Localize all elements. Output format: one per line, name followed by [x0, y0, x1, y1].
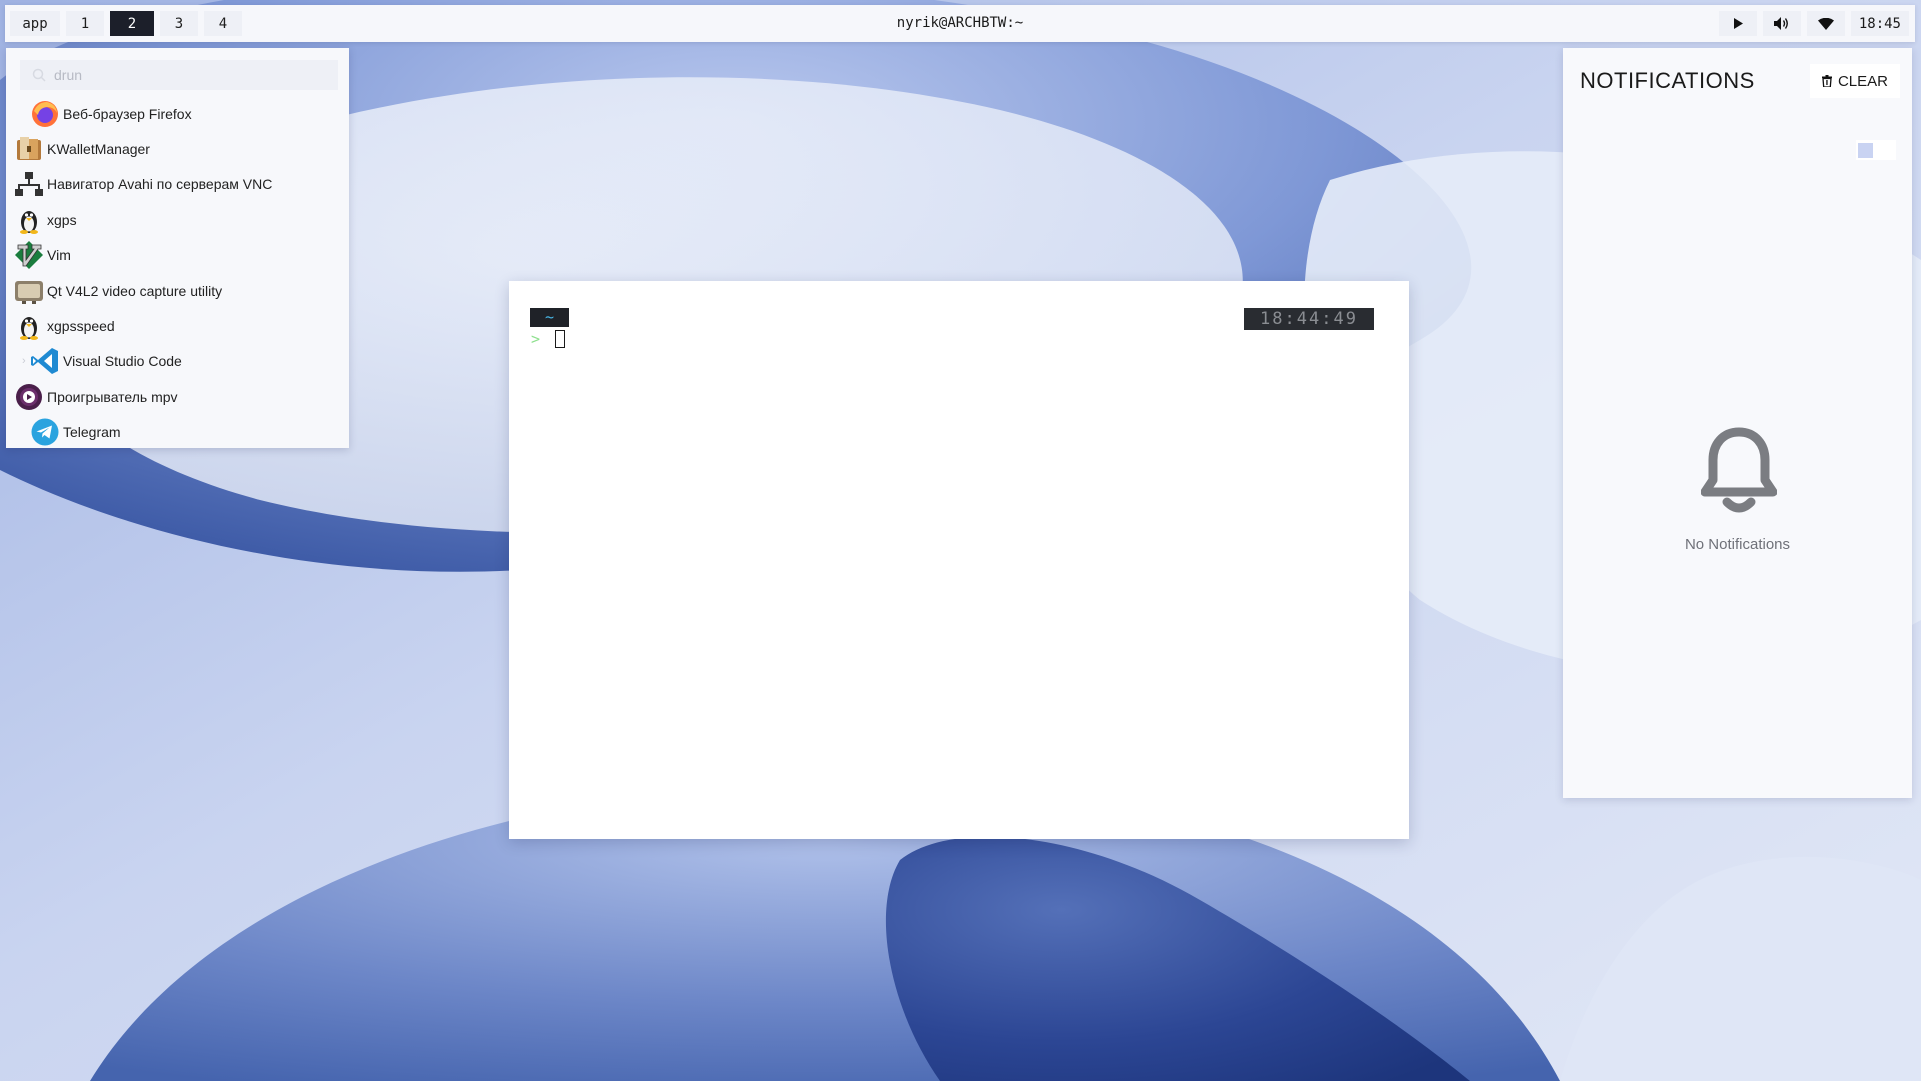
top-bar: app 1 2 3 4 nyrik@ARCHBTW:~ 18:45 [5, 5, 1915, 42]
volume-button[interactable] [1762, 11, 1801, 36]
clear-label: CLEAR [1837, 72, 1888, 90]
app-item-vim[interactable]: Vim [14, 238, 344, 273]
app-label: Vim [47, 247, 71, 264]
search-input[interactable] [52, 66, 316, 84]
tv-icon [15, 280, 43, 304]
workspace-3-button[interactable]: 3 [160, 11, 198, 36]
app-item-mpv[interactable]: Проигрыватель mpv [14, 379, 344, 414]
wifi-icon [1817, 17, 1834, 30]
terminal-window[interactable]: ~ > 18:44:49 [509, 281, 1409, 839]
workspace-2-button[interactable]: 2 [110, 11, 154, 36]
app-item-firefox[interactable]: Веб-браузер Firefox [14, 96, 344, 131]
kwallet-icon [17, 137, 41, 161]
workspace-1-button[interactable]: 1 [66, 11, 104, 36]
system-tray: 18:45 [1718, 11, 1909, 36]
app-item-avahi-vnc[interactable]: Навигатор Avahi по серверам VNC [14, 167, 344, 202]
network-icon [15, 172, 43, 197]
bell-icon [1701, 427, 1777, 513]
workspace-switcher: app 1 2 3 4 [10, 11, 242, 36]
app-label: xgps [47, 211, 77, 228]
notifications-title: NOTIFICATIONS [1580, 68, 1755, 93]
app-label: Visual Studio Code [63, 353, 182, 370]
app-label: Проигрыватель mpv [47, 388, 178, 405]
chevron-right-icon: › [22, 355, 26, 368]
firefox-icon [32, 100, 58, 127]
tux-icon [20, 317, 38, 341]
trash-icon [1821, 75, 1832, 87]
do-not-disturb-toggle[interactable] [1856, 140, 1896, 160]
app-label: Веб-браузер Firefox [63, 105, 192, 122]
app-label: xgpsspeed [47, 318, 115, 335]
app-label: Qt V4L2 video capture utility [47, 282, 223, 299]
vim-icon [15, 241, 43, 270]
app-item-qv4l2[interactable]: Qt V4L2 video capture utility [14, 273, 344, 308]
workspace-app-button[interactable]: app [10, 11, 60, 36]
clear-notifications-button[interactable]: CLEAR [1809, 64, 1900, 98]
terminal-time: 18:44:49 [1244, 308, 1374, 330]
workspace-4-button[interactable]: 4 [204, 11, 242, 36]
launcher-search [20, 60, 338, 90]
app-label: Telegram [63, 424, 121, 441]
tux-icon [20, 210, 38, 234]
clock[interactable]: 18:45 [1850, 11, 1909, 36]
app-item-telegram[interactable]: Telegram [14, 415, 344, 450]
media-play-button[interactable] [1718, 11, 1757, 36]
telegram-icon [31, 418, 59, 446]
window-title: nyrik@ARCHBTW:~ [896, 15, 1024, 31]
play-icon [1733, 18, 1743, 29]
no-notifications-text: No Notifications [1684, 536, 1791, 553]
search-icon [32, 68, 46, 82]
notification-panel: NOTIFICATIONS CLEAR No Notifications [1563, 48, 1912, 798]
app-item-xgps[interactable]: xgps [14, 202, 344, 237]
mpv-icon [16, 383, 42, 410]
app-label: KWalletManager [47, 141, 150, 158]
volume-icon [1773, 17, 1788, 30]
app-item-vscode[interactable]: › Visual Studio Code [14, 344, 344, 379]
vscode-icon [31, 348, 58, 375]
toggle-knob [1858, 143, 1873, 158]
terminal-cursor[interactable] [555, 330, 565, 348]
app-item-kwalletmanager[interactable]: KWalletManager [14, 131, 344, 166]
app-label: Навигатор Avahi по серверам VNC [47, 176, 273, 193]
app-launcher: Веб-браузер Firefox KWalletManager Нави [6, 48, 349, 448]
wifi-button[interactable] [1806, 11, 1845, 36]
terminal-directory: ~ [530, 308, 569, 327]
app-item-xgpsspeed[interactable]: xgpsspeed [14, 308, 344, 343]
app-list: Веб-браузер Firefox KWalletManager Навиг… [14, 96, 344, 450]
terminal-prompt: > [531, 330, 541, 348]
